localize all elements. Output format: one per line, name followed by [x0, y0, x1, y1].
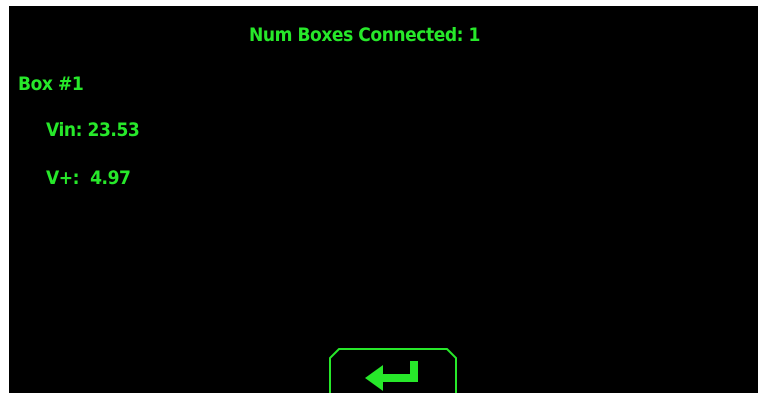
- vin-row: Vin: 23.53: [46, 119, 140, 141]
- enter-button[interactable]: [329, 348, 457, 393]
- enter-button-frame: [329, 348, 457, 393]
- vplus-label: V+:: [46, 167, 80, 189]
- page-title: Num Boxes Connected: 1: [249, 24, 480, 46]
- display-screen: Num Boxes Connected: 1 Box #1 Vin: 23.53…: [9, 6, 758, 393]
- vplus-row: V+: 4.97: [46, 167, 131, 189]
- vin-value: 23.53: [87, 119, 140, 141]
- vplus-value: 4.97: [90, 167, 131, 189]
- vin-label: Vin:: [46, 119, 83, 141]
- box-label: Box #1: [18, 73, 84, 95]
